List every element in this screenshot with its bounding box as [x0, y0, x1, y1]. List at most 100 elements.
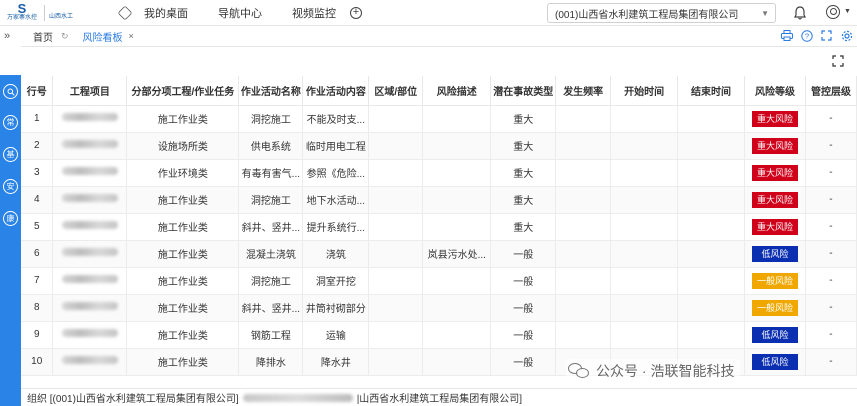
nav-navigation-center[interactable]: 导航中心 — [218, 5, 262, 21]
cell-project — [52, 321, 128, 349]
cell-start-time — [610, 186, 679, 214]
status-footer: 组织 [(001)山西省水利建筑工程局集团有限公司] |山西省水利建筑工程局集团… — [21, 388, 857, 406]
header-project[interactable]: 工程项目 — [52, 76, 128, 106]
table-row[interactable]: 7 施工作业类 洞挖施工 洞室开挖 一般 一般风险 - — [21, 267, 857, 295]
nav-video-monitor[interactable]: 视频监控 — [292, 5, 336, 21]
cell-control-level: - — [805, 159, 857, 187]
risk-table: 行号 工程项目 分部分项工程/作业任务 作业活动名称 作业活动内容 区域/部位 … — [21, 76, 857, 376]
table-row[interactable]: 2 设施场所类 供电系统 临时用电工程 重大 重大风险 - — [21, 132, 857, 160]
cell-accident-type: 一般 — [490, 348, 557, 376]
cell-risk-desc — [422, 294, 492, 322]
table-row[interactable]: 8 施工作业类 斜井、竖井... 井筒衬砌部分 一般 一般风险 - — [21, 294, 857, 322]
user-menu-chevron-icon[interactable]: ▼ — [844, 8, 851, 15]
header-area[interactable]: 区域/部位 — [368, 76, 424, 106]
redacted-project-name — [61, 113, 118, 121]
cell-project — [52, 240, 128, 268]
sidebar-btn-common[interactable]: 常 — [3, 115, 18, 130]
close-icon[interactable]: × — [129, 31, 134, 41]
tab-toolbar: ? — [780, 29, 853, 42]
cell-risk-level: 一般风险 — [744, 267, 806, 295]
cell-risk-desc: 岚县污水处... — [422, 240, 492, 268]
header-task[interactable]: 分部分项工程/作业任务 — [126, 76, 240, 106]
risk-level-badge: 重大风险 — [751, 164, 798, 181]
cell-content: 提升系统行... — [302, 213, 370, 241]
expand-icon[interactable] — [832, 55, 844, 70]
tab-risk-board-label: 风险看板 — [82, 32, 123, 44]
refresh-icon[interactable]: ↻ — [61, 31, 69, 42]
cell-start-time — [610, 321, 679, 349]
org-select[interactable]: (001)山西省水利建筑工程局集团有限公司 ▼ — [547, 3, 776, 23]
cell-task: 施工作业类 — [126, 240, 240, 268]
header-row-no[interactable]: 行号 — [21, 76, 54, 106]
logo[interactable]: S 万家寨水控 山西水工 — [0, 0, 112, 26]
footer-org-suffix: |山西省水利建筑工程局集团有限公司] — [356, 394, 523, 405]
table-row[interactable]: 4 施工作业类 洞挖施工 地下水活动... 重大 重大风险 - — [21, 186, 857, 214]
cell-risk-level: 低风险 — [744, 240, 806, 268]
cell-control-level: - — [805, 213, 857, 241]
cell-risk-desc — [422, 159, 492, 187]
add-tab-icon[interactable]: + — [350, 6, 362, 19]
table-row[interactable]: 6 施工作业类 混凝土浇筑 浇筑 岚县污水处... 一般 低风险 - — [21, 240, 857, 268]
cell-content: 不能及时支... — [302, 105, 370, 133]
sidebar-toggle-icon[interactable]: » — [4, 30, 10, 42]
wechat-icon — [568, 362, 590, 380]
header-frequency[interactable]: 发生频率 — [555, 76, 612, 106]
tab-home[interactable]: 首页 — [33, 29, 53, 44]
sidebar-btn-health[interactable]: 康 — [3, 211, 18, 226]
cube-icon[interactable] — [117, 5, 133, 20]
cell-accident-type: 重大 — [490, 132, 557, 160]
cell-accident-type: 重大 — [490, 105, 557, 133]
redacted-project-name — [61, 275, 118, 283]
cell-start-time — [610, 159, 679, 187]
cell-end-time — [677, 159, 745, 187]
header-activity[interactable]: 作业活动名称 — [238, 76, 304, 106]
sidebar-btn-safety[interactable]: 安 — [3, 179, 18, 194]
search-icon[interactable] — [3, 84, 18, 99]
table-row[interactable]: 1 施工作业类 洞挖施工 不能及时支... 重大 重大风险 - — [21, 105, 857, 133]
table-row[interactable]: 9 施工作业类 钢筋工程 运输 一般 低风险 - — [21, 321, 857, 349]
table-row[interactable]: 3 作业环境类 有毒有害气... 参照《危险... 重大 重大风险 - — [21, 159, 857, 187]
header-content[interactable]: 作业活动内容 — [302, 76, 370, 106]
chevron-down-icon: ▼ — [761, 9, 769, 18]
logo-divider — [44, 4, 45, 21]
cell-control-level: - — [805, 321, 857, 349]
header-accident-type[interactable]: 潜在事故类型 — [490, 76, 557, 106]
cell-row-no: 1 — [21, 105, 54, 133]
bell-icon[interactable] — [794, 6, 806, 20]
redacted-project-name — [61, 356, 118, 364]
cell-activity: 斜井、竖井... — [238, 213, 304, 241]
cell-end-time — [677, 105, 745, 133]
header-risk-desc[interactable]: 风险描述 — [422, 76, 492, 106]
cell-area — [368, 159, 424, 187]
nav-my-desktop[interactable]: 我的桌面 — [144, 5, 188, 21]
cell-end-time — [677, 294, 745, 322]
cell-start-time — [610, 132, 679, 160]
header-risk-level[interactable]: 风险等级 — [744, 76, 806, 106]
table-row[interactable]: 5 施工作业类 斜井、竖井... 提升系统行... 重大 重大风险 - — [21, 213, 857, 241]
header-control-level[interactable]: 管控层级 — [805, 76, 857, 106]
user-avatar-icon[interactable] — [826, 5, 840, 19]
cell-activity: 有毒有害气... — [238, 159, 304, 187]
print-icon[interactable] — [780, 29, 793, 42]
fullscreen-icon[interactable] — [820, 29, 833, 42]
cell-end-time — [677, 186, 745, 214]
cell-area — [368, 321, 424, 349]
cell-area — [368, 348, 424, 376]
tab-risk-board[interactable]: 风险看板 × — [83, 29, 134, 44]
settings-icon[interactable] — [840, 29, 853, 42]
risk-table-container[interactable]: 行号 工程项目 分部分项工程/作业任务 作业活动名称 作业活动内容 区域/部位 … — [21, 76, 857, 386]
cell-task: 施工作业类 — [126, 294, 240, 322]
help-icon[interactable]: ? — [800, 29, 813, 42]
cell-start-time — [610, 105, 679, 133]
sidebar-strip: 常 基 安 康 — [0, 75, 21, 406]
sidebar-btn-base[interactable]: 基 — [3, 147, 18, 162]
logo-mark-2: 山西水工 — [49, 5, 73, 21]
cell-row-no: 4 — [21, 186, 54, 214]
cell-task: 施工作业类 — [126, 186, 240, 214]
header-start-time[interactable]: 开始时间 — [610, 76, 679, 106]
header-end-time[interactable]: 结束时间 — [677, 76, 745, 106]
cell-area — [368, 105, 424, 133]
risk-level-badge: 低风险 — [751, 353, 798, 370]
cell-frequency — [555, 105, 612, 133]
cell-risk-level: 重大风险 — [744, 105, 806, 133]
